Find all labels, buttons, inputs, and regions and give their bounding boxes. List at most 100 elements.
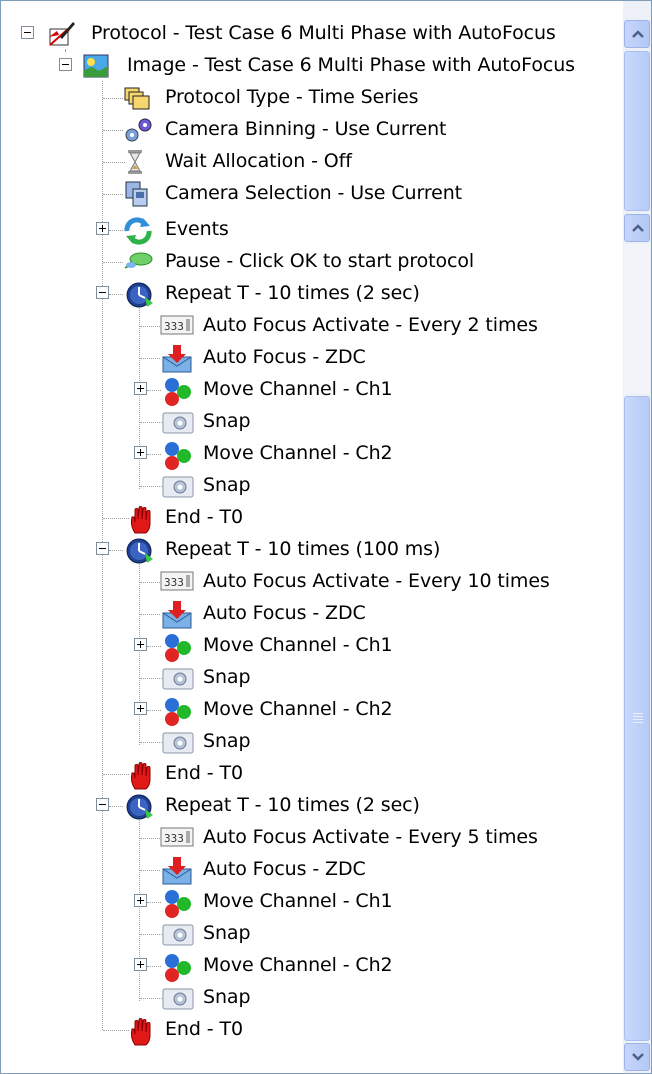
tree-node-label: Pause - Click OK to start protocol [165,250,475,272]
tree-node-protocol-type[interactable]: Protocol Type - Time Series [1,82,622,112]
tree-node-protocol[interactable]: Protocol - Test Case 6 Multi Phase with … [1,18,622,48]
tree-connector [103,194,123,195]
tree-node-af-activate[interactable]: 333 Auto Focus Activate - Every 10 times [1,566,622,596]
film-frames-icon [123,181,149,207]
camera-icon [162,921,194,947]
tree-node-snap[interactable]: Snap [1,726,622,756]
tree-node-move-channel[interactable]: Move Channel - Ch2 [1,950,622,982]
tree-connector [140,358,160,359]
tree-node-snap[interactable]: Snap [1,662,622,692]
vertical-scrollbar[interactable] [623,1,651,1073]
tree-node-events[interactable]: Events [1,214,622,245]
tree-node-camera-binning[interactable]: Camera Binning - Use Current [1,114,622,144]
tree-node-label: Move Channel - Ch1 [203,378,393,400]
tree-connector [140,998,162,999]
tree-node-label: Snap [203,922,251,944]
tree-node-label: Events [165,218,229,240]
tree-node-label: End - T0 [165,1018,243,1040]
tree-node-snap[interactable]: Snap [1,918,622,948]
tree-node-move-channel[interactable]: Move Channel - Ch2 [1,694,622,726]
scroll-thumb[interactable] [624,396,650,1041]
color-balls-icon [161,697,193,726]
tree-node-camera-selection[interactable]: Camera Selection - Use Current [1,178,622,208]
collapse-toggle[interactable] [59,58,72,71]
thumb-grip-line [633,713,643,714]
tree-node-label: Image - Test Case 6 Multi Phase with Aut… [127,54,575,76]
expand-toggle[interactable] [134,638,147,651]
collapse-toggle[interactable] [96,798,109,811]
expand-toggle[interactable] [134,958,147,971]
scroll-up-button[interactable] [624,20,650,48]
scroll-up-button-secondary[interactable] [624,214,650,242]
thumb-grip-line [633,719,643,720]
expand-toggle[interactable] [134,446,147,459]
tree-node-label: Auto Focus Activate - Every 10 times [203,570,550,592]
collapse-toggle[interactable] [96,542,109,555]
tree-node-af-activate[interactable]: 333 Auto Focus Activate - Every 2 times [1,310,622,340]
tree-node-af-activate[interactable]: 333 Auto Focus Activate - Every 5 times [1,822,622,852]
tree-connector [140,934,162,935]
tree-connector [147,966,161,967]
tree-node-image[interactable]: Image - Test Case 6 Multi Phase with Aut… [1,50,622,80]
tree-connector [109,294,123,295]
tree-node-label: End - T0 [165,762,243,784]
tree-node-repeat[interactable]: Repeat T - 10 times (2 sec) [1,278,622,308]
collapse-toggle[interactable] [21,26,34,39]
tree-node-repeat[interactable]: Repeat T - 10 times (2 sec) [1,790,622,820]
tree-connector [147,710,161,711]
tree-node-label: Repeat T - 10 times (2 sec) [165,794,420,816]
expand-toggle[interactable] [134,894,147,907]
tree-node-label: Protocol Type - Time Series [165,86,419,108]
tree-node-auto-focus[interactable]: Auto Focus - ZDC [1,342,622,373]
scroll-track[interactable] [624,244,650,394]
tree-node-label: Camera Binning - Use Current [165,118,447,140]
protocol-tree: Protocol - Test Case 6 Multi Phase with … [1,1,622,1073]
tree-connector [140,742,162,743]
speech-bubble-icon [123,249,153,275]
tree-node-label: Move Channel - Ch2 [203,954,393,976]
tree-node-snap[interactable]: Snap [1,406,622,436]
tree-connector [140,614,160,615]
counter-icon: 333 [160,825,194,851]
clock-icon [123,281,155,308]
tree-connector [103,130,123,131]
tree-node-wait-allocation[interactable]: Wait Allocation - Off [1,146,622,176]
tree-connector [140,870,160,871]
tree-connector [147,390,161,391]
chevron-down-icon [632,1053,644,1061]
tree-node-label: Repeat T - 10 times (100 ms) [165,538,441,560]
tree-node-move-channel[interactable]: Move Channel - Ch2 [1,438,622,470]
svg-text:333: 333 [164,320,184,333]
tree-node-label: Snap [203,986,251,1008]
expand-toggle[interactable] [134,382,147,395]
envelope-arrow-down-icon [161,857,193,885]
tree-node-repeat[interactable]: Repeat T - 10 times (100 ms) [1,534,622,564]
tree-node-move-channel[interactable]: Move Channel - Ch1 [1,374,622,406]
tree-node-snap[interactable]: Snap [1,470,622,500]
camera-icon [162,665,194,691]
chevron-up-icon [632,30,644,38]
chevron-up-icon [632,224,644,232]
collapse-toggle[interactable] [96,286,109,299]
color-balls-icon [161,633,193,662]
tree-node-pause[interactable]: Pause - Click OK to start protocol [1,246,622,276]
color-balls-icon [161,889,193,918]
protocol-pen-icon [47,21,75,47]
stop-hand-icon [129,505,155,534]
scroll-down-button[interactable] [624,1043,650,1071]
tree-node-end[interactable]: End - T0 [1,758,622,790]
tree-node-move-channel[interactable]: Move Channel - Ch1 [1,886,622,918]
scroll-thumb-upper[interactable] [624,51,650,211]
tree-node-auto-focus[interactable]: Auto Focus - ZDC [1,854,622,885]
tree-node-snap[interactable]: Snap [1,982,622,1012]
tree-node-move-channel[interactable]: Move Channel - Ch1 [1,630,622,662]
tree-node-auto-focus[interactable]: Auto Focus - ZDC [1,598,622,629]
tree-node-end[interactable]: End - T0 [1,502,622,534]
expand-toggle[interactable] [96,222,109,235]
tree-node-end[interactable]: End - T0 [1,1014,622,1046]
tree-node-label: Move Channel - Ch2 [203,698,393,720]
tree-connector [103,1030,129,1031]
svg-text:333: 333 [164,832,184,845]
tree-connector [103,162,125,163]
expand-toggle[interactable] [134,702,147,715]
